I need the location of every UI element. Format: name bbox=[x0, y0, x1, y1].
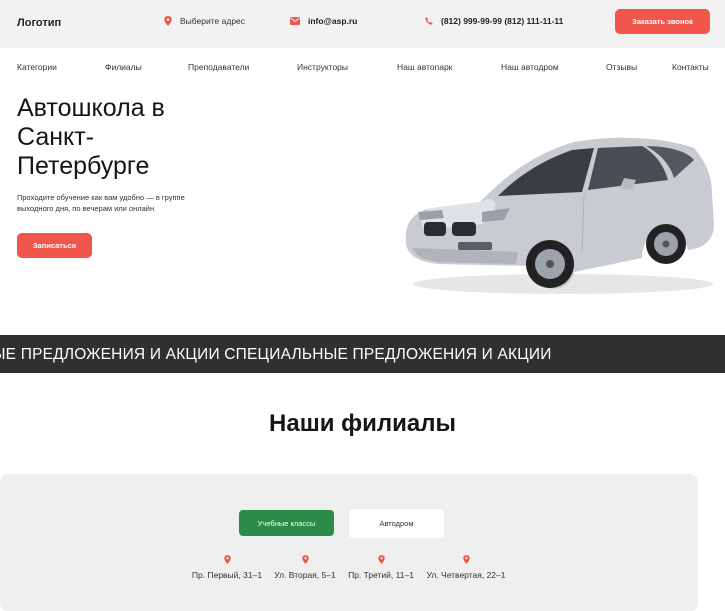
branch-address: Ул. Вторая, 5–1 bbox=[274, 570, 336, 580]
main-nav: Категории Филиалы Преподаватели Инструкт… bbox=[0, 56, 725, 78]
nav-item-reviews[interactable]: Отзывы bbox=[606, 62, 637, 72]
car-image bbox=[405, 137, 714, 294]
branches-title: Наши филиалы bbox=[269, 410, 456, 437]
branch-address-item[interactable]: Пр. Первый, 31–1 bbox=[182, 555, 272, 580]
location-pin-icon bbox=[377, 555, 385, 564]
branch-address: Пр. Третий, 11–1 bbox=[348, 570, 414, 580]
nav-item-teachers[interactable]: Преподаватели bbox=[188, 62, 249, 72]
location-pin-icon bbox=[301, 555, 309, 564]
branch-address: Пр. Первый, 31–1 bbox=[191, 570, 263, 580]
address-selector[interactable]: Выберите адрес bbox=[164, 16, 245, 26]
nav-item-contacts[interactable]: Контакты bbox=[672, 62, 709, 72]
hero-title: Автошкола в Санкт-Петербурге bbox=[17, 94, 165, 180]
promo-ticker: ЬНЫЕ ПРЕДЛОЖЕНИЯ И АКЦИИ СПЕЦИАЛЬНЫЕ ПРЕ… bbox=[0, 335, 725, 373]
mail-icon bbox=[290, 17, 300, 25]
hero-subtitle: Проходите обучение как вам удобно — в гр… bbox=[17, 193, 185, 213]
order-call-button[interactable]: Заказать звонок bbox=[615, 9, 710, 34]
location-pin-icon bbox=[223, 555, 231, 564]
address-prompt: Выберите адрес bbox=[180, 16, 246, 26]
tab-autodrome[interactable]: Автодром bbox=[349, 509, 444, 538]
promo-ticker-text: ЬНЫЕ ПРЕДЛОЖЕНИЯ И АКЦИИ СПЕЦИАЛЬНЫЕ ПРЕ… bbox=[0, 346, 552, 363]
top-bar: Логотип Выберите адрес info@asp.ru (812)… bbox=[0, 0, 725, 48]
branch-address-item[interactable]: Ул. Четвертая, 22–1 bbox=[421, 555, 511, 580]
nav-item-autodrome[interactable]: Наш автодром bbox=[501, 62, 559, 72]
phone-numbers[interactable]: (812) 999-99-99 (812) 111-11-11 bbox=[425, 16, 563, 26]
tab-classrooms[interactable]: Учебные классы bbox=[239, 510, 334, 536]
logo[interactable]: Логотип bbox=[17, 17, 61, 29]
email-text: info@asp.ru bbox=[308, 16, 358, 26]
branch-address: Ул. Четвертая, 22–1 bbox=[426, 570, 506, 580]
email-link[interactable]: info@asp.ru bbox=[290, 16, 357, 26]
signup-button[interactable]: Записаться bbox=[17, 233, 92, 258]
location-pin-icon bbox=[462, 555, 470, 564]
nav-item-instructors[interactable]: Инструкторы bbox=[297, 62, 348, 72]
branch-address-item[interactable]: Пр. Третий, 11–1 bbox=[336, 555, 426, 580]
nav-item-fleet[interactable]: Наш автопарк bbox=[397, 62, 452, 72]
location-pin-icon bbox=[164, 16, 172, 26]
nav-item-branches[interactable]: Филиалы bbox=[105, 62, 142, 72]
phone-icon bbox=[425, 17, 433, 25]
nav-item-categories[interactable]: Категории bbox=[17, 62, 57, 72]
phone-text: (812) 999-99-99 (812) 111-11-11 bbox=[441, 16, 564, 26]
branches-panel: Учебные классы Автодром Пр. Первый, 31–1… bbox=[0, 474, 698, 611]
